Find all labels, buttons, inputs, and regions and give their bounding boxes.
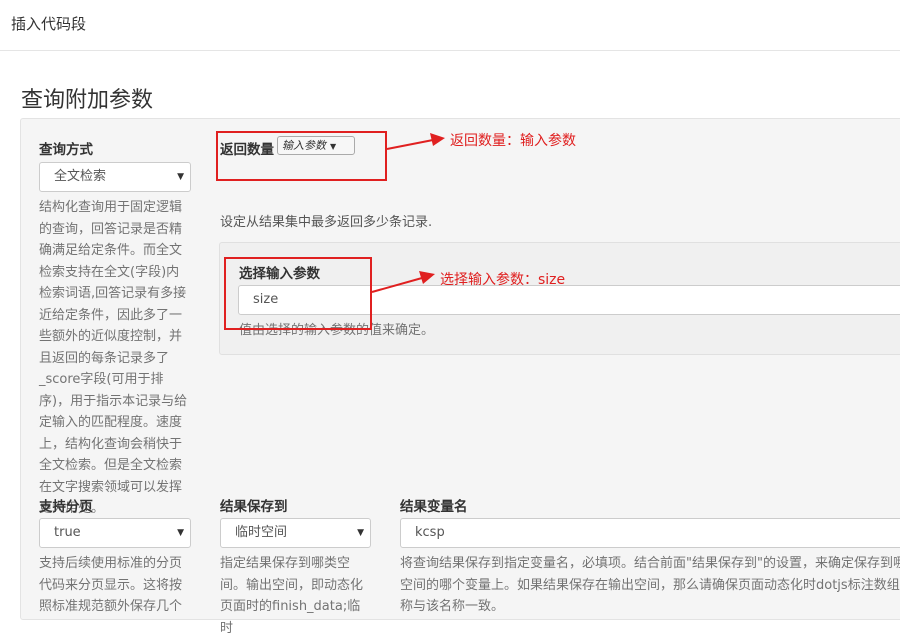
arrow-right-icon [371,271,435,293]
result-var-label: 结果变量名 [400,499,468,515]
annotation-select-param: 选择输入参数：size [440,272,566,288]
query-method-help: 结构化查询用于固定逻辑的查询，回答记录是否精确满足给定条件。而全文检索支持在全文… [39,200,188,516]
query-method-label: 查询方式 [39,142,93,158]
save-to-value: 临时空间 [235,525,288,540]
result-var-help-wrap: 将查询结果保存到指定变量名，必填项。结合前面"结果保存到"的设置，来确定保存到哪… [400,553,900,618]
annotation-box-select-param [224,257,372,330]
section-title: 查询附加参数 [21,88,154,113]
annotation-box-return-count [216,131,387,181]
paging-help: 支持后续使用标准的分页代码来分页显示。这将按照标准规范额外保存几个 [39,556,183,614]
caret-down-icon: ▼ [177,528,184,538]
paging-select[interactable]: true ▼ [39,518,191,548]
dialog-header: 插入代码段 [0,0,900,51]
paging-label: 支持分页 [39,499,93,515]
annotation-return-count: 返回数量：输入参数 [450,133,576,149]
caret-down-icon: ▼ [177,172,184,182]
result-var-value: kcsp [415,525,445,540]
save-to-help: 指定结果保存到哪类空间。输出空间，即动态化页面时的finish_data;临时 [220,556,364,636]
dialog-title: 插入代码段 [11,15,87,33]
query-method-select[interactable]: 全文检索 ▼ [39,162,191,192]
query-method-value: 全文检索 [54,169,107,184]
result-var-help: 将查询结果保存到指定变量名，必填项。结合前面"结果保存到"的设置，来确定保存到哪… [400,556,900,614]
save-to-select[interactable]: 临时空间 ▼ [220,518,371,548]
result-var-input[interactable]: kcsp [400,518,900,548]
save-to-label: 结果保存到 [220,499,288,515]
return-count-help: 设定从结果集中最多返回多少条记录. [220,215,433,230]
arrow-right-icon [386,133,445,150]
paging-value: true [54,525,81,540]
caret-down-icon: ▼ [357,528,364,538]
